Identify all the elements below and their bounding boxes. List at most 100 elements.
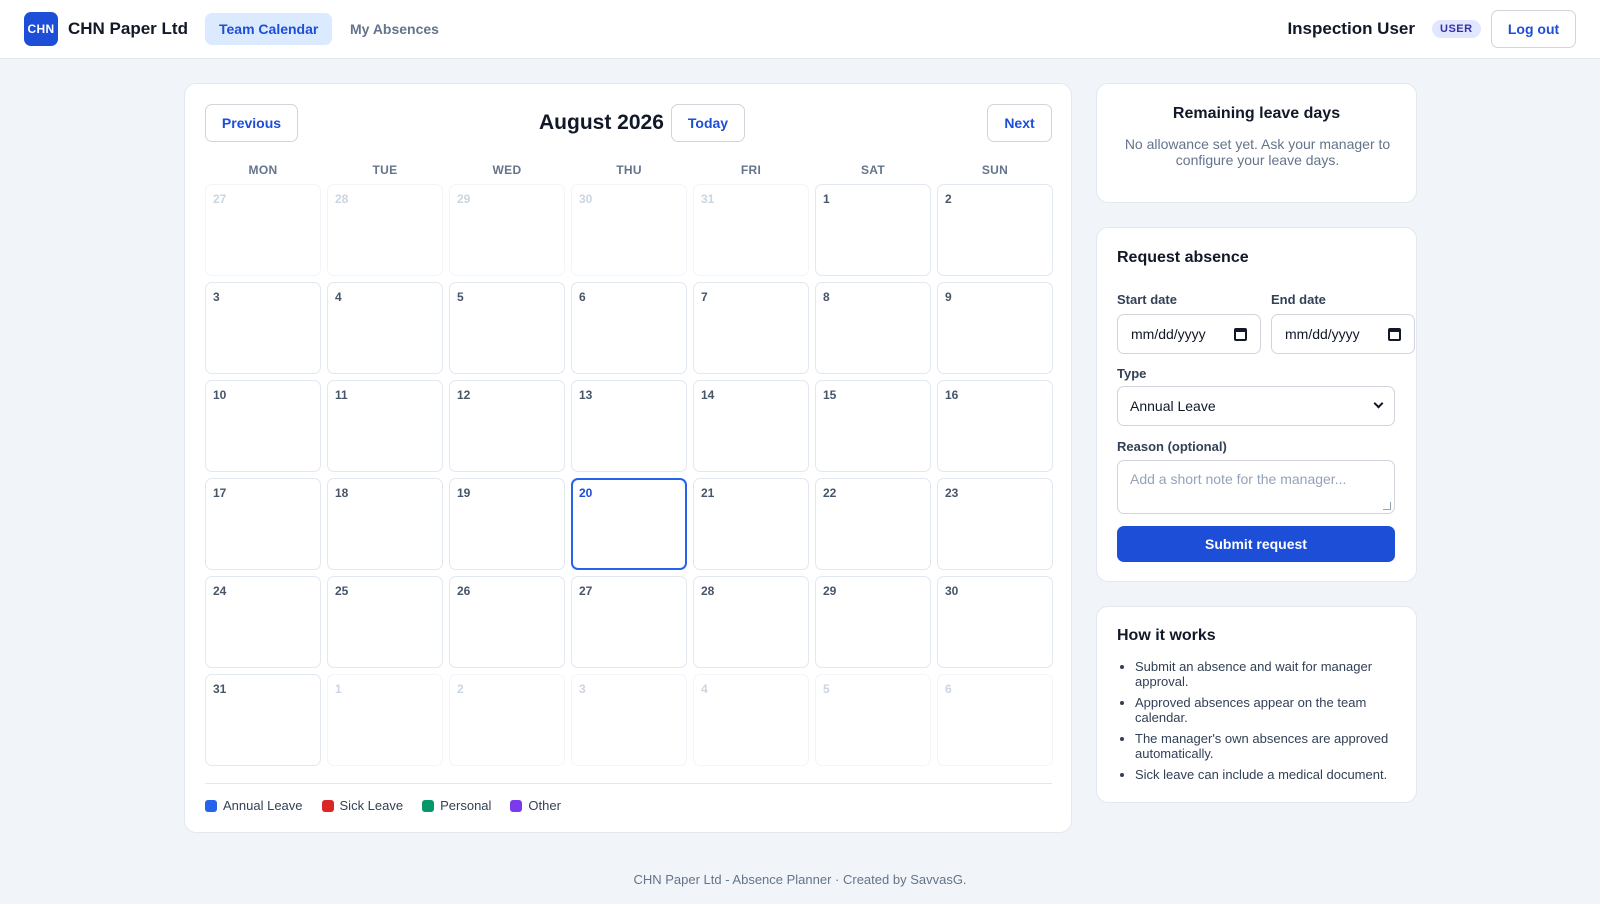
previous-month-button[interactable]: Previous — [205, 104, 298, 142]
calendar-day[interactable]: 6 — [937, 674, 1053, 766]
calendar-day[interactable]: 7 — [693, 282, 809, 374]
calendar-day[interactable]: 24 — [205, 576, 321, 668]
day-number: 13 — [579, 388, 593, 402]
tab-my-absences[interactable]: My Absences — [336, 13, 453, 45]
calendar-day[interactable]: 27 — [571, 576, 687, 668]
calendar-day[interactable]: 19 — [449, 478, 565, 570]
submit-request-button[interactable]: Submit request — [1117, 526, 1395, 562]
today-button[interactable]: Today — [671, 104, 745, 142]
calendar-day[interactable]: 1 — [327, 674, 443, 766]
calendar-day[interactable]: 18 — [327, 478, 443, 570]
calendar-day[interactable]: 31 — [693, 184, 809, 276]
calendar-day[interactable]: 9 — [937, 282, 1053, 374]
how-item: Sick leave can include a medical documen… — [1135, 767, 1400, 782]
calendar-day[interactable]: 4 — [693, 674, 809, 766]
calendar-day[interactable]: 30 — [937, 576, 1053, 668]
day-number: 20 — [579, 486, 593, 500]
logout-button[interactable]: Log out — [1491, 10, 1576, 48]
calendar-icon[interactable] — [1234, 328, 1247, 341]
calendar-day[interactable]: 12 — [449, 380, 565, 472]
calendar-day-today[interactable]: 20 — [571, 478, 687, 570]
calendar-day[interactable]: 28 — [327, 184, 443, 276]
calendar-day[interactable]: 23 — [937, 478, 1053, 570]
end-date-label: End date — [1271, 292, 1326, 307]
calendar-day[interactable]: 29 — [449, 184, 565, 276]
calendar-day[interactable]: 28 — [693, 576, 809, 668]
calendar-day[interactable]: 2 — [449, 674, 565, 766]
calendar-day[interactable]: 5 — [815, 674, 931, 766]
calendar-day[interactable]: 31 — [205, 674, 321, 766]
next-month-button[interactable]: Next — [987, 104, 1052, 142]
day-number: 4 — [335, 290, 342, 304]
user-name: Inspection User — [1287, 19, 1415, 38]
weekday-label: TUE — [372, 163, 398, 177]
request-absence-card: Request absence Start date End date mm/d… — [1096, 227, 1417, 582]
weekday-label: FRI — [740, 163, 762, 177]
top-navbar: CHN CHN Paper Ltd Team Calendar My Absen… — [0, 0, 1600, 59]
start-date-label: Start date — [1117, 292, 1177, 307]
calendar-day[interactable]: 15 — [815, 380, 931, 472]
calendar-day[interactable]: 5 — [449, 282, 565, 374]
remaining-leave-card: Remaining leave days No allowance set ye… — [1096, 83, 1417, 203]
calendar-day[interactable]: 17 — [205, 478, 321, 570]
how-list: Submit an absence and wait for manager a… — [1135, 659, 1400, 788]
end-date-input[interactable]: mm/dd/yyyy — [1271, 314, 1415, 354]
role-badge: USER — [1432, 20, 1481, 38]
legend-item: Personal — [422, 798, 491, 813]
calendar-day[interactable]: 3 — [205, 282, 321, 374]
tab-team-calendar[interactable]: Team Calendar — [205, 13, 333, 45]
day-number: 29 — [457, 192, 471, 206]
calendar-day[interactable]: 10 — [205, 380, 321, 472]
day-number: 3 — [213, 290, 220, 304]
day-number: 2 — [945, 192, 952, 206]
day-number: 8 — [823, 290, 830, 304]
calendar-day[interactable]: 30 — [571, 184, 687, 276]
brand-logo[interactable]: CHN — [24, 12, 58, 46]
day-number: 27 — [579, 584, 593, 598]
day-number: 17 — [213, 486, 227, 500]
calendar-day[interactable]: 27 — [205, 184, 321, 276]
day-number: 28 — [701, 584, 715, 598]
calendar-day[interactable]: 25 — [327, 576, 443, 668]
calendar-day[interactable]: 4 — [327, 282, 443, 374]
calendar-icon[interactable] — [1388, 328, 1401, 341]
legend-swatch — [422, 799, 435, 812]
day-number: 21 — [701, 486, 715, 500]
type-label: Type — [1117, 366, 1147, 381]
footer-text: CHN Paper Ltd - Absence Planner · Create… — [633, 872, 967, 887]
day-number: 9 — [945, 290, 952, 304]
month-title: August 2026 — [539, 111, 664, 134]
calendar-day[interactable]: 21 — [693, 478, 809, 570]
day-number: 7 — [701, 290, 708, 304]
reason-placeholder: Add a short note for the manager... — [1130, 471, 1347, 487]
day-number: 6 — [579, 290, 586, 304]
calendar-day[interactable]: 29 — [815, 576, 931, 668]
start-date-input[interactable]: mm/dd/yyyy — [1117, 314, 1261, 354]
day-number: 31 — [701, 192, 715, 206]
calendar-day[interactable]: 14 — [693, 380, 809, 472]
day-number: 6 — [945, 682, 952, 696]
calendar-day[interactable]: 16 — [937, 380, 1053, 472]
calendar-day[interactable]: 3 — [571, 674, 687, 766]
chevron-down-icon — [1373, 398, 1384, 409]
calendar-day[interactable]: 26 — [449, 576, 565, 668]
calendar-day[interactable]: 11 — [327, 380, 443, 472]
how-it-works-card: How it works Submit an absence and wait … — [1096, 606, 1417, 803]
divider — [205, 783, 1052, 784]
reason-textarea[interactable]: Add a short note for the manager... — [1117, 460, 1395, 514]
day-number: 1 — [335, 682, 342, 696]
day-number: 24 — [213, 584, 227, 598]
type-select[interactable]: Annual Leave — [1117, 386, 1395, 426]
calendar-day[interactable]: 1 — [815, 184, 931, 276]
calendar-day[interactable]: 6 — [571, 282, 687, 374]
calendar-day[interactable]: 13 — [571, 380, 687, 472]
calendar-day[interactable]: 22 — [815, 478, 931, 570]
resize-handle-icon[interactable] — [1383, 502, 1391, 510]
day-number: 31 — [213, 682, 227, 696]
calendar-day[interactable]: 8 — [815, 282, 931, 374]
legend-item: Sick Leave — [321, 798, 403, 813]
how-item: Approved absences appear on the team cal… — [1135, 695, 1400, 725]
calendar-day[interactable]: 2 — [937, 184, 1053, 276]
day-number: 16 — [945, 388, 959, 402]
day-number: 11 — [335, 388, 348, 402]
